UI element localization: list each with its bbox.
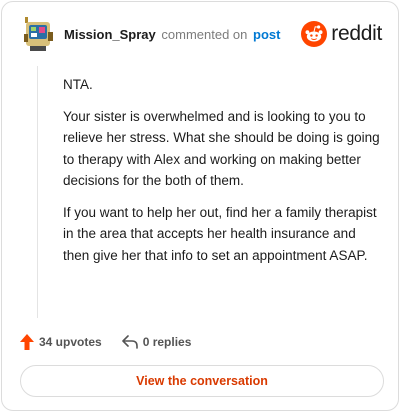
- comment-actions: 34 upvotes 0 replies: [20, 332, 191, 352]
- comment-body: NTA. Your sister is overwhelmed and is l…: [63, 74, 381, 276]
- snoo-avatar-icon[interactable]: [22, 16, 54, 52]
- upvote-button[interactable]: 34 upvotes: [20, 334, 102, 350]
- comment-paragraph: If you want to help her out, find her a …: [63, 204, 377, 263]
- comment-card: Mission_Spray commented on post reddit N…: [1, 1, 399, 411]
- reply-arrow-icon: [121, 335, 138, 349]
- commented-on-text: commented on: [161, 27, 248, 42]
- upvote-arrow-icon: [20, 334, 34, 350]
- replies-button[interactable]: 0 replies: [121, 335, 192, 349]
- upvote-count: 34 upvotes: [39, 335, 102, 349]
- comment-paragraph: Your sister is overwhelmed and is lookin…: [63, 108, 380, 189]
- reddit-brand[interactable]: reddit: [301, 21, 382, 47]
- comment-header: Mission_Spray commented on post reddit: [18, 16, 384, 52]
- view-conversation-button[interactable]: View the conversation: [20, 365, 384, 397]
- comment-meta: Mission_Spray commented on post: [64, 27, 280, 42]
- post-link[interactable]: post: [253, 27, 280, 42]
- comment-paragraph: NTA.: [63, 77, 93, 92]
- thread-line: [37, 66, 38, 318]
- username-link[interactable]: Mission_Spray: [64, 27, 156, 42]
- reddit-logo-icon: [301, 21, 328, 47]
- replies-count: 0 replies: [142, 335, 192, 349]
- reddit-wordmark: reddit: [331, 22, 382, 45]
